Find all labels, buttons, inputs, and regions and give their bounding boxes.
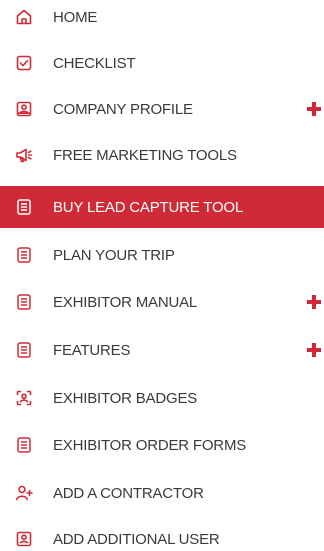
menu-item-plan-your-trip[interactable]: PLAN YOUR TRIP xyxy=(0,234,324,276)
menu-item-label: EXHIBITOR BADGES xyxy=(53,389,198,407)
menu-item-exhibitor-order-forms[interactable]: EXHIBITOR ORDER FORMS xyxy=(0,424,324,466)
document-list-icon xyxy=(13,291,35,313)
menu-item-label: ADD A CONTRACTOR xyxy=(53,484,204,502)
sidebar-menu: HOME CHECKLIST COMPANY PROFILE FREE MARK… xyxy=(0,0,324,551)
document-list-icon xyxy=(13,244,35,266)
menu-item-label: ADD ADDITIONAL USER xyxy=(53,530,220,548)
company-profile-icon xyxy=(13,98,35,120)
menu-item-home[interactable]: HOME xyxy=(0,0,324,38)
document-list-icon xyxy=(13,339,35,361)
menu-item-label: PLAN YOUR TRIP xyxy=(53,246,175,264)
menu-item-exhibitor-badges[interactable]: EXHIBITOR BADGES xyxy=(0,377,324,419)
badge-scan-icon xyxy=(13,387,35,409)
menu-item-features[interactable]: FEATURES xyxy=(0,329,324,371)
expand-plus-icon[interactable] xyxy=(307,343,321,357)
menu-item-label: COMPANY PROFILE xyxy=(53,100,193,118)
expand-plus-icon[interactable] xyxy=(307,295,321,309)
menu-item-add-additional-user[interactable]: ADD ADDITIONAL USER xyxy=(0,518,324,551)
menu-item-checklist[interactable]: CHECKLIST xyxy=(0,42,324,84)
menu-item-buy-lead-capture-tool[interactable]: BUY LEAD CAPTURE TOOL xyxy=(0,186,324,228)
home-icon xyxy=(13,6,35,28)
document-list-icon xyxy=(13,434,35,456)
expand-plus-icon[interactable] xyxy=(307,102,321,116)
user-card-icon xyxy=(13,528,35,550)
menu-item-label: FREE MARKETING TOOLS xyxy=(53,146,237,164)
document-list-icon xyxy=(13,196,35,218)
menu-item-label: HOME xyxy=(53,8,98,26)
menu-item-label: EXHIBITOR ORDER FORMS xyxy=(53,436,247,454)
menu-item-free-marketing-tools[interactable]: FREE MARKETING TOOLS xyxy=(0,134,324,176)
menu-item-label: FEATURES xyxy=(53,341,131,359)
megaphone-icon xyxy=(13,144,35,166)
menu-item-label: EXHIBITOR MANUAL xyxy=(53,293,198,311)
add-person-icon xyxy=(13,482,35,504)
menu-item-label: CHECKLIST xyxy=(53,54,136,72)
menu-item-company-profile[interactable]: COMPANY PROFILE xyxy=(0,88,324,130)
checklist-icon xyxy=(13,52,35,74)
menu-item-label: BUY LEAD CAPTURE TOOL xyxy=(53,198,244,216)
menu-item-add-a-contractor[interactable]: ADD A CONTRACTOR xyxy=(0,472,324,514)
menu-item-exhibitor-manual[interactable]: EXHIBITOR MANUAL xyxy=(0,281,324,323)
